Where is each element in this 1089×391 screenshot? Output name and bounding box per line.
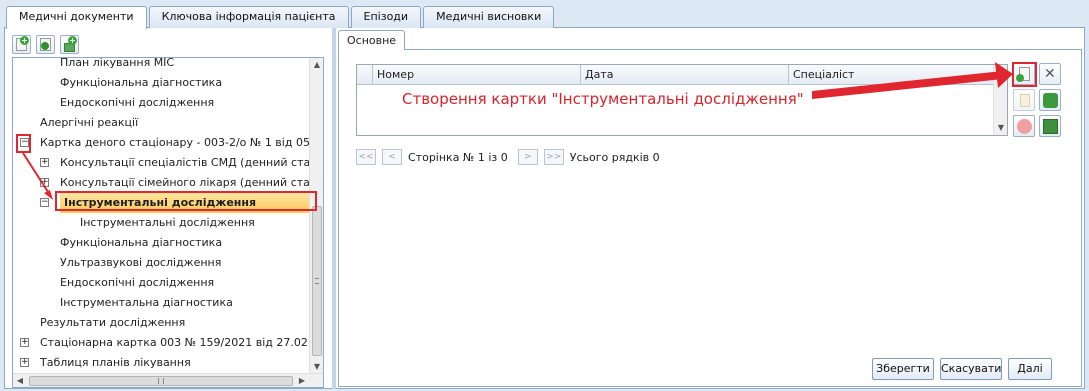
expand-icon[interactable]: + [20, 338, 29, 347]
highlight-box-expander [16, 134, 31, 153]
cancel-button[interactable]: Скасувати [940, 358, 1002, 380]
top-tabs: Медичні документи Ключова інформація пац… [6, 6, 556, 29]
document-tree: План лікування МІС Функціональна діагнос… [12, 57, 324, 388]
tree-item[interactable]: + Таблиця планів лікування [13, 353, 311, 373]
prev-page-button[interactable]: < [382, 149, 402, 165]
highlight-box-selected-item [55, 191, 317, 211]
tree-item[interactable]: − Картка деного стаціонару - 003-2/о № 1… [13, 133, 311, 153]
tools-icon: ✕ [1044, 66, 1056, 82]
tree-item[interactable]: + Стаціонарна картка 003 № 159/2021 від … [13, 333, 311, 353]
annotation-label: Створення картки "Інструментальні дослід… [402, 90, 804, 108]
tree-item-label: Функціональна діагностика [60, 236, 223, 249]
tree-item-label: План лікування МІС [60, 58, 175, 69]
expand-icon[interactable]: + [40, 178, 49, 187]
collapse-icon[interactable]: − [40, 198, 49, 207]
tab-medical-documents[interactable]: Медичні документи [6, 6, 147, 29]
tree-item-label: Картка деного стаціонару - 003-2/о № 1 в… [40, 136, 311, 149]
save-button[interactable]: Зберегти [872, 358, 934, 380]
tree-item[interactable]: + Консультації сімейного лікаря (денний … [13, 173, 311, 193]
scroll-thumb[interactable] [29, 376, 293, 386]
grip-icon [158, 378, 164, 384]
tab-medical-conclusions[interactable]: Медичні висновки [423, 6, 555, 28]
first-page-button[interactable]: << [356, 149, 376, 165]
tree-item-label: Консультації сімейного лікаря (денний ст… [60, 176, 311, 189]
tree-item[interactable]: План лікування МІС [13, 58, 311, 73]
tree-item-label: Функціональна діагностика [60, 76, 223, 89]
total-rows: Усього рядків 0 [569, 150, 660, 164]
last-page-button[interactable]: >> [543, 149, 564, 165]
scroll-down-icon[interactable]: ▼ [994, 121, 1008, 135]
export-icon [1043, 119, 1058, 134]
scroll-right-icon[interactable]: ▶ [295, 374, 309, 387]
tab-episodes[interactable]: Епізоди [350, 6, 422, 28]
expand-icon[interactable]: + [40, 158, 49, 167]
tree-item-label: Стаціонарна картка 003 № 159/2021 від 27… [40, 336, 311, 349]
tree-item[interactable]: Функціональна діагностика [13, 73, 311, 93]
expand-icon[interactable]: + [20, 358, 29, 367]
tree-item[interactable]: Функціональна діагностика [13, 233, 311, 253]
tab-key-patient-info[interactable]: Ключова інформація пацієнта [148, 6, 349, 28]
grid-vertical-scrollbar[interactable]: ▲ ▼ [993, 65, 1007, 135]
tree-item[interactable]: Ендоскопічні дослідження [13, 273, 311, 293]
tree-item-label: Інструментальні дослідження [80, 216, 255, 229]
tree-item[interactable]: Алергічні реакції [13, 113, 311, 133]
scroll-up-icon[interactable]: ▲ [994, 65, 1008, 79]
tab-main[interactable]: Основне [338, 30, 406, 50]
left-toolbar: + + [12, 35, 79, 54]
tree-vertical-scrollbar[interactable]: ▲ ▼ [309, 58, 323, 374]
refresh-button[interactable] [1039, 89, 1061, 111]
grid-header: Номер Дата Спеціаліст [357, 65, 995, 85]
next-button[interactable]: Далі [1008, 358, 1052, 380]
document-icon [1020, 94, 1030, 107]
add-folder-button[interactable]: + [60, 35, 79, 54]
add-document-button[interactable]: + [12, 35, 31, 54]
tree-horizontal-scrollbar[interactable]: ◀ ▶ [13, 373, 323, 387]
delete-icon [1017, 119, 1032, 134]
refresh-icon [1043, 93, 1058, 108]
delete-button[interactable] [1013, 115, 1035, 137]
plus-icon: + [68, 36, 77, 45]
tree-item-label: Інструментальна діагностика [60, 296, 233, 309]
tree-item-label: Таблиця планів лікування [40, 356, 191, 369]
tree-item-label: Ендоскопічні дослідження [60, 276, 215, 289]
next-page-button[interactable]: > [517, 149, 538, 165]
tree-item[interactable]: Ультразвукові дослідження [13, 253, 311, 273]
scroll-up-icon[interactable]: ▲ [310, 58, 323, 72]
pager: << < Сторінка № 1 із 0 > >> Усього рядкі… [356, 148, 670, 166]
arrow-icon [41, 42, 49, 50]
column-header-date[interactable]: Дата [580, 65, 788, 84]
tree-item[interactable]: Інструментальні дослідження [13, 213, 311, 233]
column-header-specialist[interactable]: Спеціаліст [788, 65, 995, 84]
tree-item[interactable]: Результати дослідження [13, 313, 311, 333]
scroll-thumb[interactable] [312, 206, 322, 356]
grip-icon [315, 278, 319, 284]
tree-item[interactable]: Інструментальна діагностика [13, 293, 311, 313]
panel-splitter[interactable] [332, 28, 336, 389]
tree-item-label: Ендоскопічні дослідження [60, 96, 215, 109]
tree-viewport: План лікування МІС Функціональна діагнос… [13, 58, 311, 374]
column-header-number[interactable]: Номер [372, 65, 580, 84]
import-document-button[interactable] [36, 35, 55, 54]
tree-item[interactable]: Ендоскопічні дослідження [13, 93, 311, 113]
tree-item[interactable]: + Консультації спеціалістів СМД (денний … [13, 153, 311, 173]
tree-item-label: Алергічні реакції [40, 116, 139, 129]
tree-item-label: Консультації спеціалістів СМД (денний ст… [60, 156, 311, 169]
scroll-down-icon[interactable]: ▼ [310, 360, 323, 374]
tree-item-label: Ультразвукові дослідження [60, 256, 222, 269]
scroll-left-icon[interactable]: ◀ [13, 374, 27, 387]
export-button[interactable] [1039, 115, 1061, 137]
plus-icon: + [20, 36, 29, 45]
tools-button[interactable]: ✕ [1039, 63, 1061, 85]
page-indicator: Сторінка № 1 із 0 [408, 150, 508, 164]
tree-item-label: Результати дослідження [40, 316, 186, 329]
highlight-box-create-button [1012, 62, 1037, 87]
document-button[interactable] [1013, 89, 1035, 111]
